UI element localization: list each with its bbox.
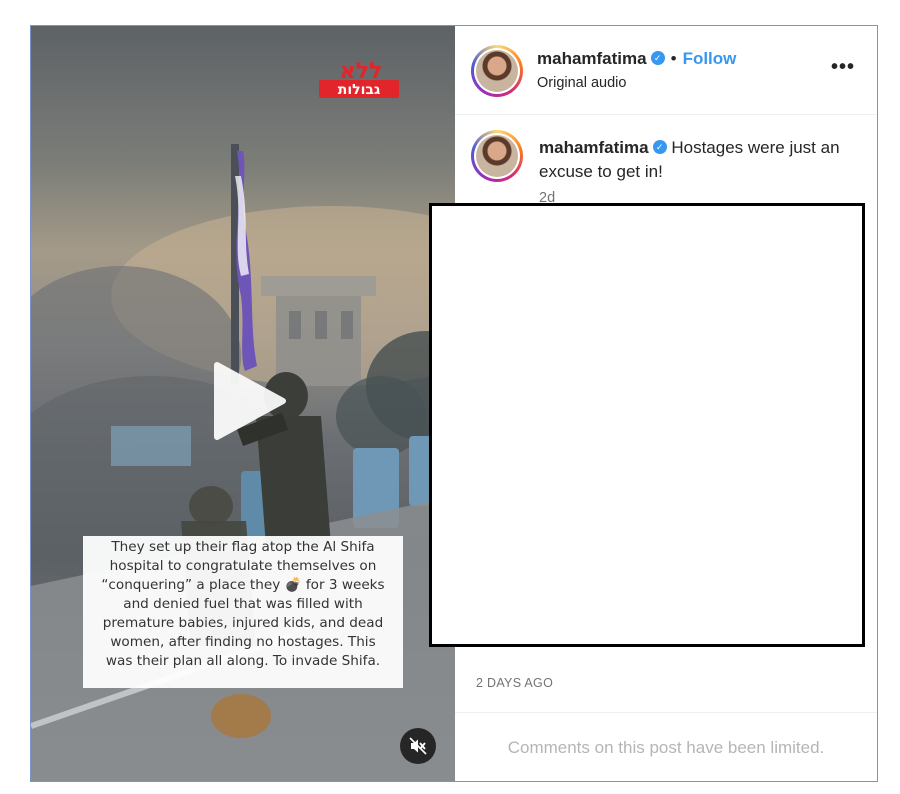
follow-button[interactable]: Follow bbox=[683, 49, 737, 68]
more-options-icon[interactable]: ••• bbox=[831, 56, 855, 79]
redaction-box bbox=[429, 203, 865, 647]
caption-username[interactable]: mahamfatima bbox=[539, 138, 649, 157]
post-header: mahamfatima ✓ • Follow Original audio ••• bbox=[455, 26, 877, 115]
channel-logo: ללא גבולות bbox=[311, 54, 407, 100]
logo-top-word: ללא bbox=[340, 59, 383, 84]
author-username[interactable]: mahamfatima bbox=[537, 49, 647, 68]
logo-bottom-word: גבולות bbox=[338, 82, 380, 98]
video-caption-overlay: They set up their flag atop the Al Shifa… bbox=[83, 536, 403, 688]
verified-badge-icon: ✓ bbox=[652, 139, 667, 154]
author-avatar[interactable] bbox=[471, 45, 523, 97]
separator-dot: • bbox=[670, 49, 677, 68]
speaker-muted-icon[interactable] bbox=[400, 728, 436, 764]
video-player[interactable]: ללא גבולות They set up their flag atop t… bbox=[31, 26, 455, 781]
caption-author-avatar[interactable] bbox=[471, 130, 523, 182]
original-audio-link[interactable]: Original audio bbox=[537, 75, 626, 91]
post-timestamp[interactable]: 2 DAYS AGO bbox=[476, 676, 553, 690]
header-title-row: mahamfatima ✓ • Follow bbox=[537, 49, 736, 69]
post-caption: mahamfatima ✓ Hostages were just an excus… bbox=[539, 136, 855, 184]
play-icon[interactable] bbox=[205, 359, 289, 443]
comments-limited-notice: Comments on this post have been limited. bbox=[455, 712, 877, 781]
verified-badge-icon: ✓ bbox=[650, 50, 665, 65]
